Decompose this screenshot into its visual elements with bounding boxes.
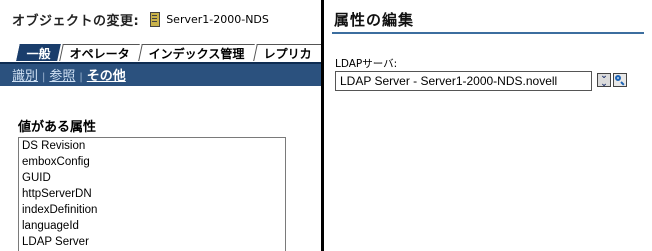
subnav: 識別 | 参照 | その他 — [12, 65, 126, 84]
subnav-reference[interactable]: 参照 — [49, 69, 75, 84]
subnav-separator: | — [42, 72, 46, 83]
left-pane: オブジェクトの変更: Server1-2000-NDS 一般 オペレータ インデ… — [0, 0, 322, 251]
tab-general[interactable]: 一般 — [16, 44, 61, 61]
ldap-server-label: LDAPサーバ: — [335, 58, 398, 70]
list-item[interactable]: httpServerDN — [19, 186, 285, 202]
object-name: Server1-2000-NDS — [166, 12, 269, 26]
browse-button[interactable]: ⌄ ⌄ — [597, 71, 611, 89]
tab-bar: 一般 オペレータ インデックス管理 レプリカ — [16, 44, 322, 62]
list-item[interactable]: DS Revision — [19, 138, 285, 154]
right-pane: 属性の編集 LDAPサーバ: LDAP Server - Server1-200… — [324, 0, 652, 251]
list-item[interactable]: languageId — [19, 218, 285, 234]
list-item[interactable]: emboxConfig — [19, 154, 285, 170]
search-button[interactable] — [613, 73, 627, 87]
tab-operator[interactable]: オペレータ — [59, 44, 140, 61]
subnav-separator: | — [79, 72, 83, 83]
list-item[interactable]: LDAP Server — [19, 234, 285, 250]
ldap-server-input[interactable]: LDAP Server - Server1-2000-NDS.novell — [335, 71, 592, 91]
attributes-listbox[interactable]: DS Revision emboxConfig GUID httpServerD… — [18, 137, 286, 251]
edit-panel-title: 属性の編集 — [334, 11, 415, 29]
attributes-title: 値がある属性 — [18, 120, 97, 135]
search-icon — [615, 75, 625, 86]
list-item[interactable]: GUID — [19, 170, 285, 186]
chevron-down-icon: ⌄ ⌄ — [600, 71, 608, 89]
object-header-label: オブジェクトの変更: — [12, 13, 140, 29]
title-underline — [332, 32, 644, 34]
server-icon — [149, 11, 161, 27]
subnav-identification[interactable]: 識別 — [12, 69, 38, 84]
tab-index-management[interactable]: インデックス管理 — [138, 44, 255, 61]
object-header: オブジェクトの変更: Server1-2000-NDS — [12, 9, 269, 29]
tab-replica[interactable]: レプリカ — [252, 44, 322, 61]
subnav-other[interactable]: その他 — [87, 69, 126, 84]
list-item[interactable]: indexDefinition — [19, 202, 285, 218]
